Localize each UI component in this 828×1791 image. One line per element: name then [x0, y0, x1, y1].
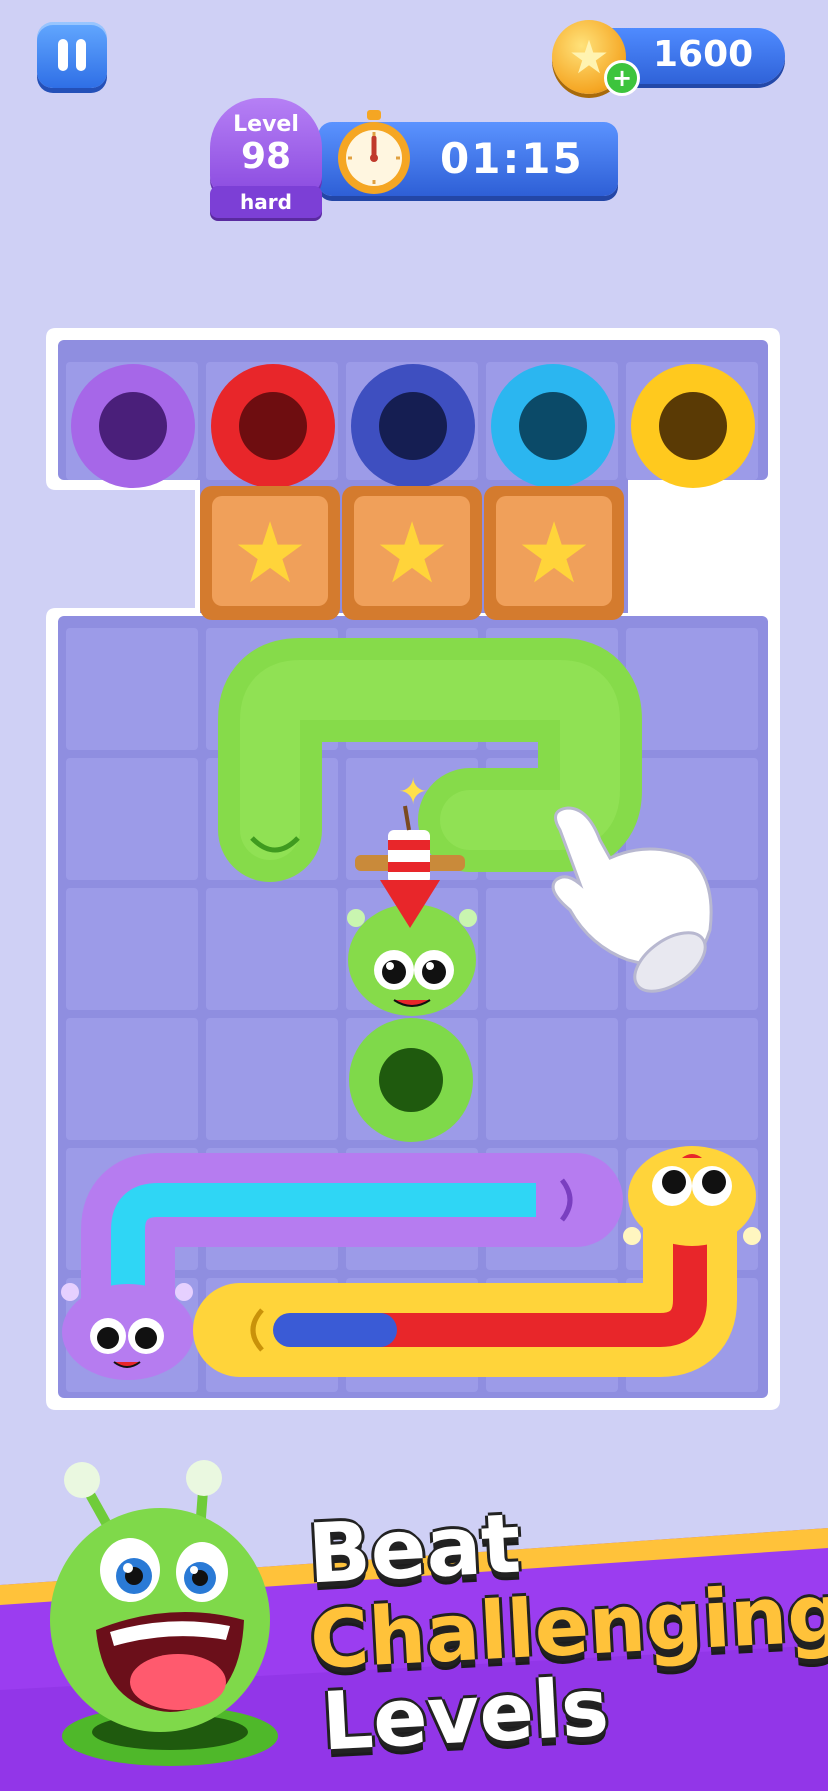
- exit-hole-cyan: [491, 364, 615, 488]
- exit-hole-red: [211, 364, 335, 488]
- exit-hole-green: [349, 1018, 473, 1142]
- svg-text:★: ★: [232, 504, 307, 602]
- svg-text:★: ★: [374, 504, 449, 602]
- headline-line-3: Levels: [319, 1660, 611, 1769]
- svg-text:✦: ✦: [398, 772, 428, 813]
- green-mascot: [50, 1460, 278, 1766]
- game-board: ★ ★ ★ ✦: [46, 328, 780, 1410]
- exit-hole-navy: [351, 364, 475, 488]
- exit-hole-purple: [71, 364, 195, 488]
- star-crate-3: ★: [484, 486, 624, 620]
- svg-text:★: ★: [516, 504, 591, 602]
- exit-hole-yellow: [631, 364, 755, 488]
- star-crate-1: ★: [200, 486, 340, 620]
- star-crate-2: ★: [342, 486, 482, 620]
